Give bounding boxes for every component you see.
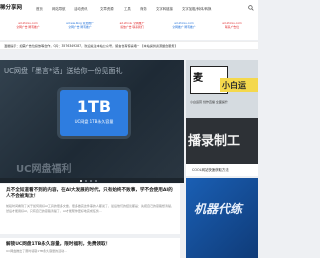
post-card[interactable]: 解锁UC网盘1TB永久容量，限时福利，免费领取！ UC网盘推出了限时领取1TB永… [0, 238, 180, 258]
side-banner-top: 麦 小白运 小白运营 创作直播 全面提升 [186, 60, 258, 118]
nav-link-tools[interactable]: 工具 [124, 6, 131, 11]
ad-slot[interactable]: ad.zhiniu.com 全网广告 稀有推广 [2, 22, 54, 36]
carousel-dot[interactable] [85, 179, 87, 182]
nav-link-business[interactable]: 商务 [140, 6, 147, 11]
side-tag-secondary-text: 小白运 [222, 81, 246, 90]
nav-link-directory[interactable]: 网站导航 [52, 6, 66, 11]
hero-logo: 1TB UC网盘 1TB永久容量 [60, 90, 128, 136]
side-banner[interactable]: 麦 小白运 小白运营 创作直播 全面提升 播录制工 [186, 60, 258, 164]
side-tag-primary-text: 麦 [193, 73, 203, 84]
nav-link-text-format[interactable]: 文字加粗/斜体/转换 [182, 6, 211, 11]
ad-slot[interactable]: ad.ww.blog 免费推广 全网广告 稀有推广 [54, 22, 106, 36]
post-excerpt: 前段时间看到了关于如何用好AI工具的很多文章，很多做完这件事的人都说了，最后他们… [6, 204, 174, 213]
nav-link-articles[interactable]: 文章资源 [100, 6, 114, 11]
ad-line: 全网广告 稀有推广 [16, 24, 40, 29]
site-logo[interactable]: 稀分享网 [0, 3, 30, 14]
ad-line: 投放广告 联系我们 [120, 24, 144, 29]
post-excerpt: UC网盘推出了限时领取1TB永久容量的活动... [6, 249, 67, 253]
hero-title: UC网盘「墨言*话」送给你一份见面礼 [4, 67, 123, 75]
side-banner-subtitle: 小白运营 创作直播 全面提升 [190, 100, 228, 104]
top-nav: 稀分享网 首页 网站导航 活动资讯 文章资源 工具 商务 文字转链接 文字加粗/… [0, 0, 258, 19]
side-tag-secondary: 小白运 [220, 78, 258, 92]
hero-logo-text: 1TB [76, 97, 112, 116]
side-banner-bottom: 播录制工 [186, 118, 258, 164]
carousel-dot[interactable] [95, 179, 97, 182]
ad-slot[interactable]: ad.zhiniu.com 联系广告位 [208, 22, 256, 36]
widget-title[interactable]: COOL网站快速获取方法 [192, 167, 229, 172]
nav-link-text-to-link[interactable]: 文字转链接 [156, 6, 173, 11]
nav-link-home[interactable]: 首页 [36, 6, 43, 11]
ad-bar: ad.zhiniu.com 全网广告 稀有推广 ad.ww.blog 免费推广 … [0, 18, 258, 40]
ad-line: 联系广告位 [225, 24, 239, 29]
ad-line: 全网广告 稀有推广 [68, 24, 92, 29]
carousel-dot-active[interactable] [80, 179, 82, 182]
ad-slot[interactable]: ad.zhiniu.com 全网推广 稀有推广 [158, 22, 210, 36]
ad-slot[interactable]: ad.zhiniu 全网推广 投放广告 联系我们 [106, 22, 158, 36]
carousel-dots [0, 178, 184, 183]
side-banner-bottom-text: 播录制工 [188, 134, 241, 149]
hero-watermark: UC网盘福利 [16, 164, 72, 175]
notice-bar: 温馨提示：如需广告位投放等合作，QQ：3576349287，欢迎关注本站公众号，… [0, 41, 258, 50]
post-title[interactable]: 解锁UC网盘1TB永久容量，限时福利，免费领取！ [6, 242, 174, 248]
search-icon[interactable] [248, 5, 254, 11]
widget-header: COOL网站快速获取方法 [186, 164, 258, 176]
widget-banner[interactable]: 机器代练 [186, 178, 258, 258]
post-title[interactable]: 兵不全知道看不到的内容，在AI大发展的时代，只有始终不败事，学不会使用AI的人不… [6, 188, 174, 199]
widget-banner-text: 机器代练 [194, 202, 243, 216]
hero-logo-subtitle: UC网盘 1TB永久容量 [74, 119, 114, 124]
ad-line: 全网推广 稀有推广 [172, 24, 196, 29]
post-card[interactable]: 兵不全知道看不到的内容，在AI大发展的时代，只有始终不败事，学不会使用AI的人不… [0, 184, 180, 234]
carousel-dot[interactable] [90, 179, 92, 182]
hero-carousel[interactable]: UC网盘「墨言*话」送给你一份见面礼 1TB UC网盘 1TB永久容量 UC网盘… [0, 60, 184, 178]
nav-link-events[interactable]: 活动资讯 [74, 6, 88, 11]
